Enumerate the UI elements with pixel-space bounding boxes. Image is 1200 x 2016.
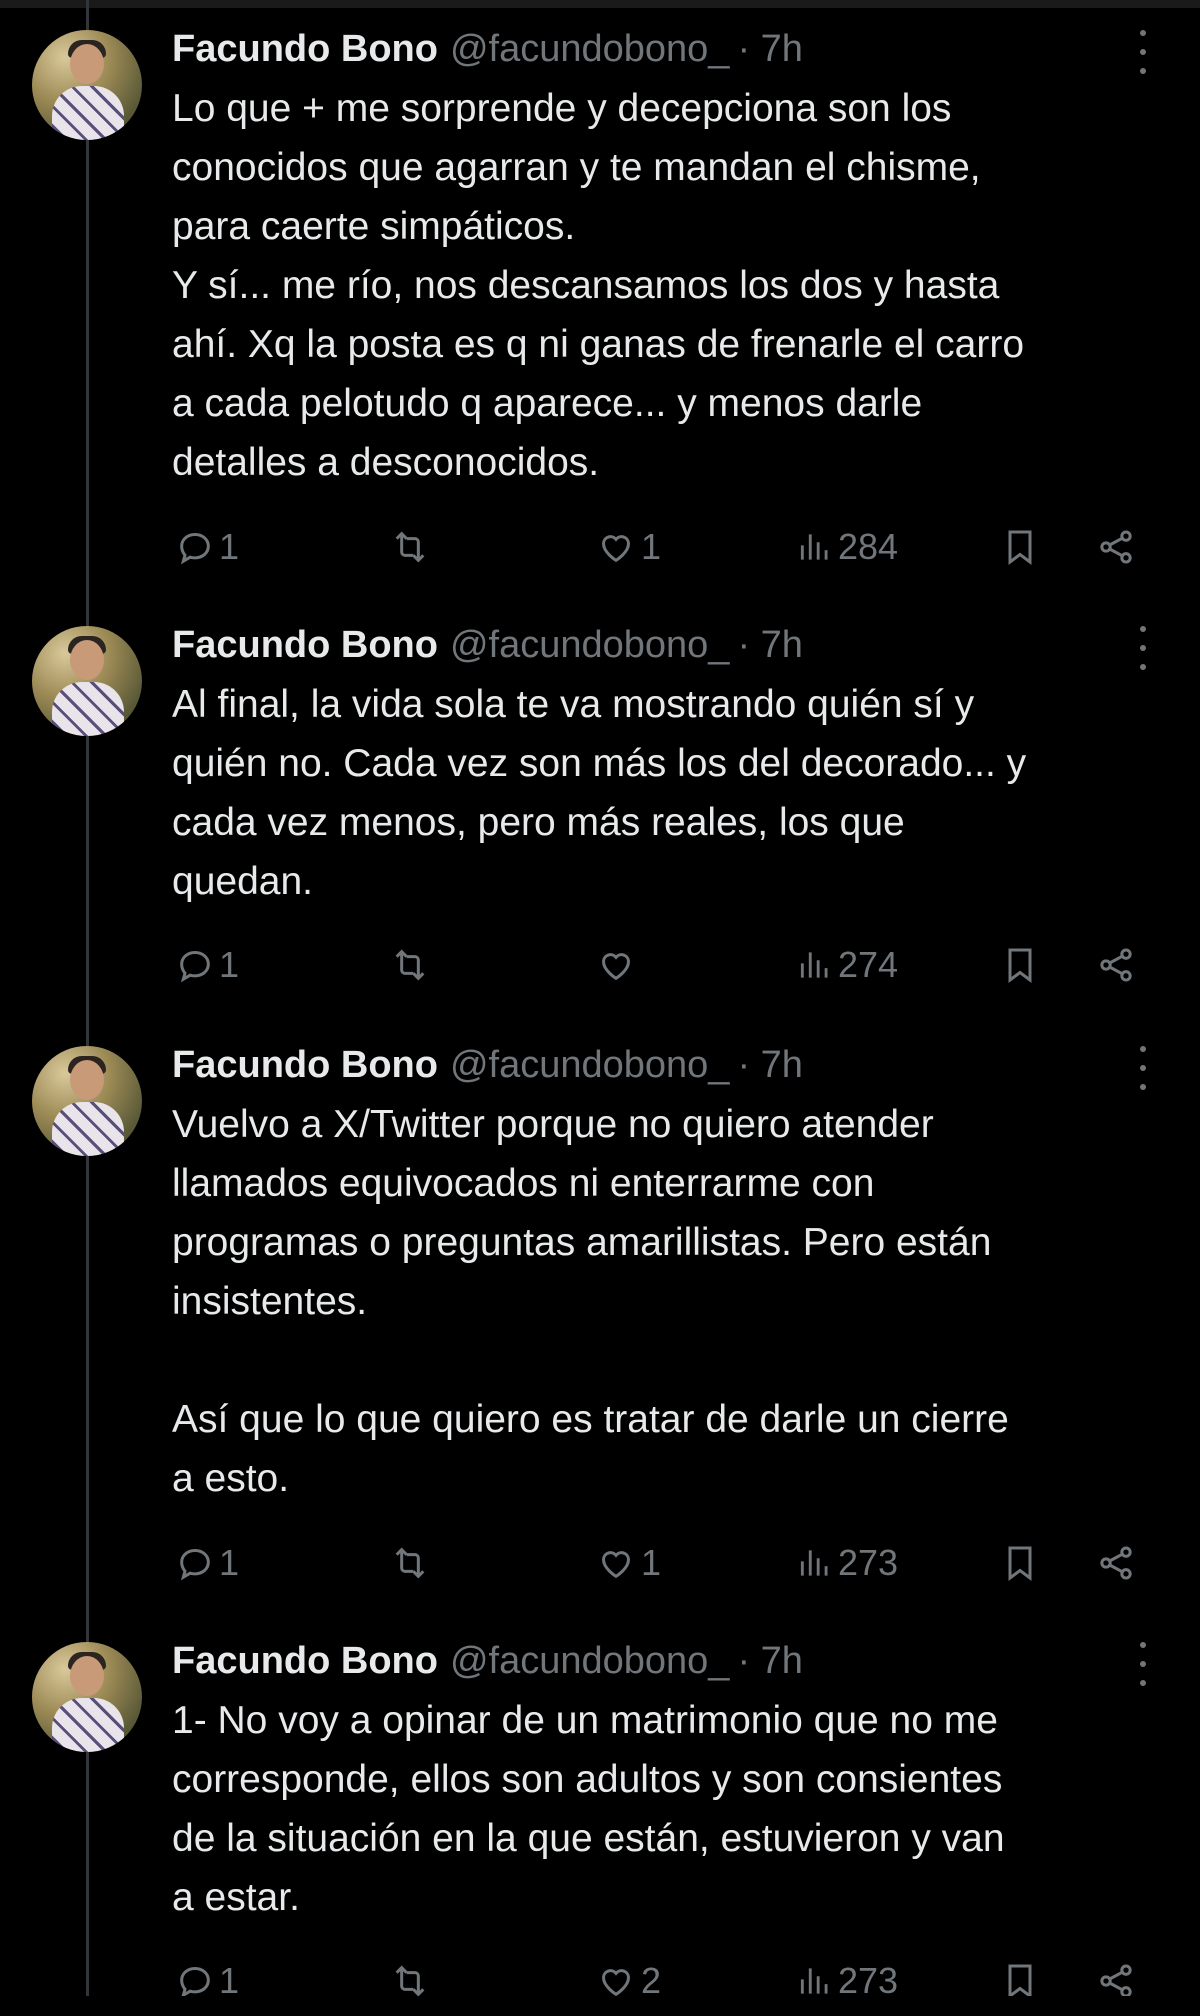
reply-count: 1 [219,1542,240,1583]
reply-icon [175,1543,215,1583]
avatar[interactable] [32,30,142,140]
repost-icon [388,527,432,567]
repost-icon [388,945,432,985]
more-icon[interactable] [1136,30,1150,74]
more-icon[interactable] [1136,1046,1150,1090]
tweet-time[interactable]: · 7h [737,1044,802,1087]
author-name[interactable]: Facundo Bono [172,28,438,71]
tweet-text: 1- No voy a opinar de un matrimonio que … [172,1699,1005,1919]
like-button[interactable]: 1 [595,522,661,572]
repost-button[interactable] [388,940,436,990]
views-icon [796,527,834,567]
heart-icon [595,527,637,567]
heart-icon [595,945,637,985]
repost-icon [388,1543,432,1583]
tweet-actions: 1 1 284 [0,522,1200,572]
tweet-header: Facundo Bono @facundobono_ · 7h [172,1636,803,1686]
reply-icon [175,527,215,567]
heart-icon [595,1961,637,2001]
author-handle[interactable]: @facundobono_ [450,28,729,71]
views-count: 273 [838,1542,899,1583]
bookmark-icon [1000,943,1040,987]
reply-icon [175,1961,215,2001]
repost-button[interactable] [388,522,436,572]
reply-icon [175,945,215,985]
share-icon [1094,1543,1138,1583]
bookmark-button[interactable] [1000,940,1040,990]
reply-count: 1 [219,944,240,985]
tweet-header: Facundo Bono @facundobono_ · 7h [172,24,803,74]
share-button[interactable] [1094,940,1138,990]
bookmark-button[interactable] [1000,1538,1040,1588]
tweet-text: Lo que + me sorprende y decepciona son l… [172,87,1025,484]
share-button[interactable] [1094,1538,1138,1588]
tweet-time[interactable]: · 7h [737,1640,802,1683]
avatar[interactable] [32,626,142,736]
like-button[interactable]: 1 [595,1538,661,1588]
more-icon[interactable] [1136,626,1150,670]
like-count: 1 [641,526,662,567]
views-button[interactable]: 284 [796,522,898,572]
repost-button[interactable] [388,1538,436,1588]
author-name[interactable]: Facundo Bono [172,624,438,667]
tweet-actions: 1 1 273 [0,1538,1200,1588]
reply-button[interactable]: 1 [175,522,239,572]
like-button[interactable] [595,940,641,990]
author-name[interactable]: Facundo Bono [172,1044,438,1087]
top-divider [0,0,1200,8]
share-button[interactable] [1094,522,1138,572]
tweet-text: Vuelvo a X/Twitter porque no quiero aten… [172,1103,1009,1500]
bookmark-button[interactable] [1000,522,1040,572]
reply-button[interactable]: 1 [175,940,239,990]
share-icon [1094,945,1138,985]
author-handle[interactable]: @facundobono_ [450,624,729,667]
bottom-edge [0,1996,1200,2016]
tweet-time[interactable]: · 7h [737,28,802,71]
views-count: 284 [838,526,899,567]
repost-icon [388,1961,432,2001]
tweet-time[interactable]: · 7h [737,624,802,667]
heart-icon [595,1543,637,1583]
views-count: 274 [838,944,899,985]
views-button[interactable]: 274 [796,940,898,990]
more-icon[interactable] [1136,1642,1150,1686]
author-handle[interactable]: @facundobono_ [450,1640,729,1683]
reply-count: 1 [219,526,240,567]
views-icon [796,1543,834,1583]
avatar[interactable] [32,1046,142,1156]
views-icon [796,1961,834,2001]
tweet-header: Facundo Bono @facundobono_ · 7h [172,1040,803,1090]
views-button[interactable]: 273 [796,1538,898,1588]
like-count: 1 [641,1542,662,1583]
tweet-actions: 1 274 [0,940,1200,990]
author-handle[interactable]: @facundobono_ [450,1044,729,1087]
views-icon [796,945,834,985]
author-name[interactable]: Facundo Bono [172,1640,438,1683]
share-icon [1094,1961,1138,2001]
bookmark-icon [1000,1541,1040,1585]
tweet-text: Al final, la vida sola te va mostrando q… [172,683,1027,903]
tweet-header: Facundo Bono @facundobono_ · 7h [172,620,803,670]
avatar[interactable] [32,1642,142,1752]
bookmark-icon [1000,525,1040,569]
share-icon [1094,527,1138,567]
reply-button[interactable]: 1 [175,1538,239,1588]
